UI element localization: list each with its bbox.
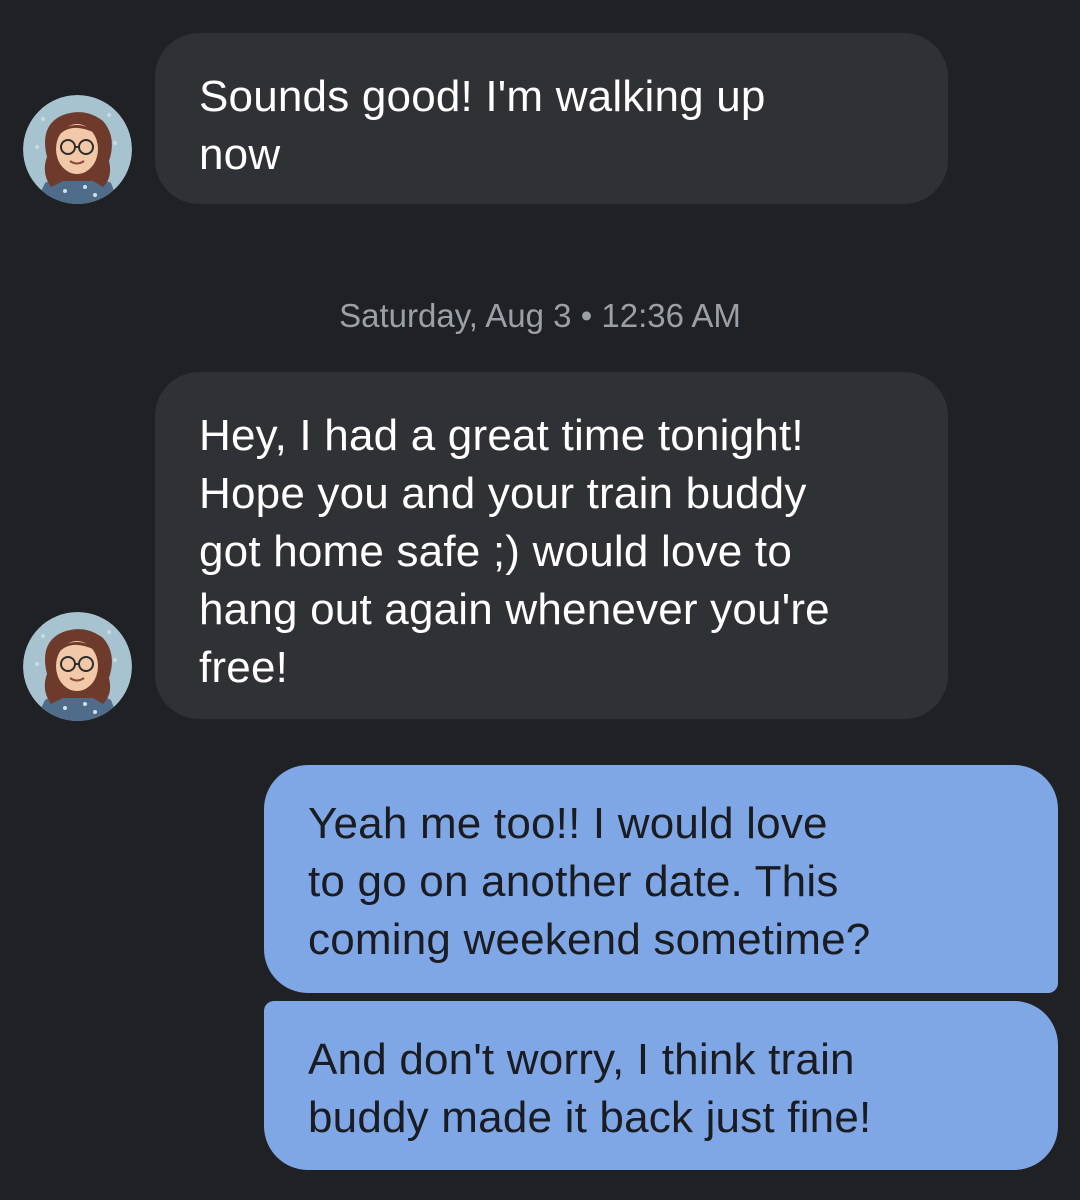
- message-line: Hey, I had a great time tonight!: [199, 411, 804, 460]
- avatar-illustration-icon: [23, 95, 132, 204]
- outgoing-message[interactable]: Yeah me too!! I would love to go on anot…: [264, 765, 1058, 993]
- message-line: hang out again whenever you're: [199, 585, 830, 634]
- date-separator: Saturday, Aug 3 • 12:36 AM: [0, 295, 1080, 337]
- message-line: got home safe ;) would love to: [199, 527, 792, 576]
- message-line: Hope you and your train buddy: [199, 469, 807, 518]
- timestamp-day: Saturday, Aug 3: [339, 297, 572, 334]
- incoming-message[interactable]: Sounds good! I'm walking up now: [155, 33, 948, 204]
- avatar-illustration-icon: [23, 612, 132, 721]
- timestamp-separator: •: [580, 297, 593, 334]
- outgoing-message[interactable]: And don't worry, I think train buddy mad…: [264, 1001, 1058, 1170]
- message-line: coming weekend sometime?: [308, 915, 871, 964]
- message-line: to go on another date. This: [308, 857, 839, 906]
- message-line: Yeah me too!! I would love: [308, 799, 828, 848]
- message-line: now: [199, 130, 281, 179]
- incoming-message[interactable]: Hey, I had a great time tonight! Hope yo…: [155, 372, 948, 719]
- message-line: free!: [199, 643, 289, 692]
- message-line: buddy made it back just fine!: [308, 1093, 872, 1142]
- contact-avatar[interactable]: [23, 612, 132, 721]
- timestamp-time: 12:36 AM: [601, 297, 741, 334]
- message-line: Sounds good! I'm walking up: [199, 72, 766, 121]
- contact-avatar[interactable]: [23, 95, 132, 204]
- message-line: And don't worry, I think train: [308, 1035, 855, 1084]
